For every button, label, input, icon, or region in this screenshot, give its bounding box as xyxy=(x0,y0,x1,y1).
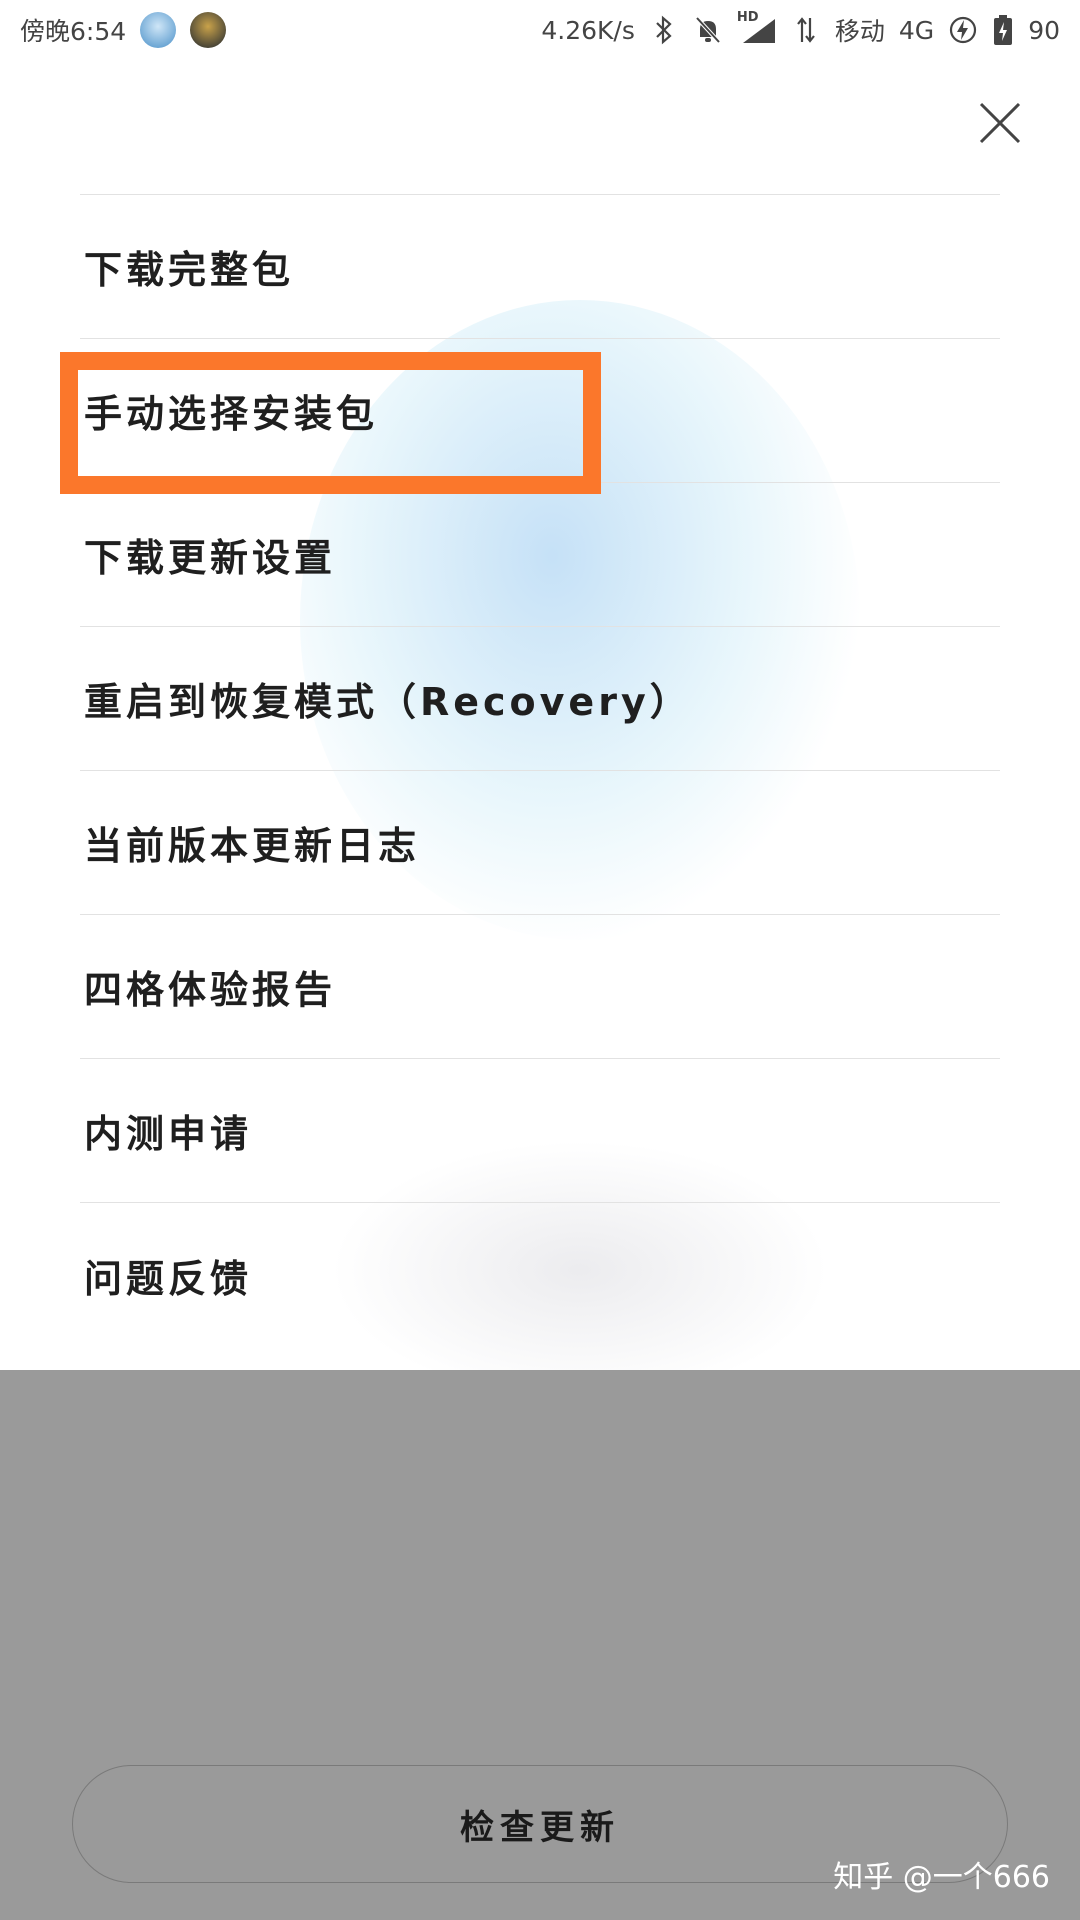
signal-icon: HD xyxy=(737,10,777,46)
menu-item-download-update-settings[interactable]: 下载更新设置 xyxy=(80,483,1000,627)
status-battery-level: 90 xyxy=(1028,15,1060,45)
app-notification-icon xyxy=(140,12,177,48)
menu-item-label: 当前版本更新日志 xyxy=(84,824,421,868)
data-arrows-icon xyxy=(791,14,821,46)
status-net-speed: 4.26K/s xyxy=(541,15,635,45)
menu-item-label: 问题反馈 xyxy=(84,1256,253,1301)
menu-panel: 下载完整包 手动选择安装包 下载更新设置 重启到恢复模式（Recovery） 当… xyxy=(0,0,1080,1370)
hd-label: HD xyxy=(736,10,759,25)
menu-item-label: 手动选择安装包 xyxy=(84,392,379,436)
close-icon xyxy=(979,102,1021,144)
menu-item-reboot-recovery[interactable]: 重启到恢复模式（Recovery） xyxy=(80,627,1000,771)
status-bar: 傍晚6:54 4.26K/s HD 移动 4G 90 xyxy=(0,0,1080,60)
menu-item-download-full-package[interactable]: 下载完整包 xyxy=(80,195,1000,339)
menu-item-manual-select-package[interactable]: 手动选择安装包 xyxy=(80,339,1000,483)
bluetooth-icon xyxy=(649,14,679,46)
menu-item-beta-application[interactable]: 内测申请 xyxy=(80,1059,1000,1203)
status-carrier: 移动 xyxy=(834,17,885,46)
menu-item-label: 下载完整包 xyxy=(84,248,295,292)
mute-bell-icon xyxy=(693,14,723,46)
app-notification-icon xyxy=(190,12,227,48)
menu-item-label: 下载更新设置 xyxy=(84,536,337,580)
menu-item-label: 内测申请 xyxy=(84,1112,253,1156)
menu-item-feedback[interactable]: 问题反馈 xyxy=(80,1203,1000,1347)
check-update-label: 检查更新 xyxy=(460,1807,620,1848)
status-network: 4G xyxy=(898,15,935,45)
battery-icon xyxy=(992,14,1014,46)
watermark: 知乎 @一个666 xyxy=(833,1860,1050,1895)
menu-item-label: 重启到恢复模式（Recovery） xyxy=(84,680,692,724)
close-button[interactable] xyxy=(975,98,1025,148)
menu-item-experience-report[interactable]: 四格体验报告 xyxy=(80,915,1000,1059)
status-time: 傍晚6:54 xyxy=(20,17,127,46)
menu-list: 下载完整包 手动选择安装包 下载更新设置 重启到恢复模式（Recovery） 当… xyxy=(80,194,1000,1347)
charging-icon xyxy=(948,14,978,46)
menu-item-label: 四格体验报告 xyxy=(84,968,337,1012)
menu-item-changelog[interactable]: 当前版本更新日志 xyxy=(80,771,1000,915)
